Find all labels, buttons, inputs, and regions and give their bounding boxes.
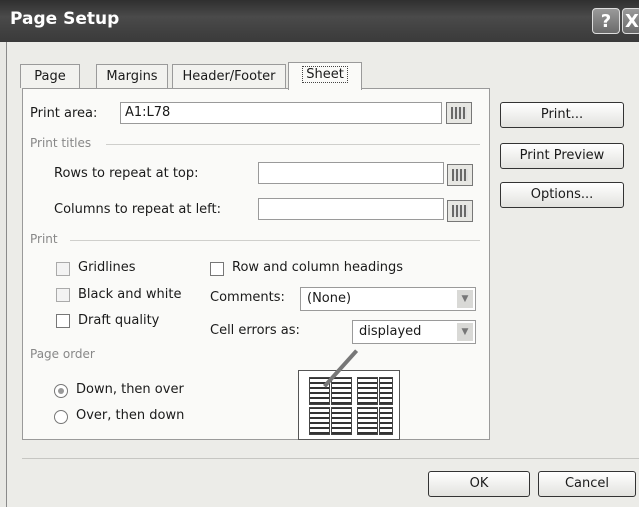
ok-button[interactable]: OK <box>428 471 530 497</box>
print-titles-divider <box>106 144 480 145</box>
page-order-section: Page order <box>30 347 95 361</box>
preview-page-7 <box>357 407 378 435</box>
cols-repeat-label: Columns to repeat at left: <box>54 202 222 217</box>
tab-margins[interactable]: Margins <box>96 64 168 88</box>
comments-value: (None) <box>307 291 352 306</box>
preview-page-4 <box>379 377 393 405</box>
tab-header-footer[interactable]: Header/Footer <box>172 64 286 88</box>
close-button[interactable]: X <box>622 8 639 34</box>
print-preview-button[interactable]: Print Preview <box>500 143 624 169</box>
draft-quality-checkbox[interactable] <box>56 314 70 328</box>
preview-page-5 <box>309 407 330 435</box>
print-area-input[interactable]: A1:L78 <box>120 102 442 124</box>
dialog-title: Page Setup <box>10 9 120 29</box>
print-area-range-button[interactable] <box>446 102 472 124</box>
row-col-headings-label: Row and column headings <box>232 260 404 275</box>
preview-page-3 <box>357 377 378 405</box>
draft-quality-label: Draft quality <box>78 313 160 328</box>
print-button[interactable]: Print... <box>500 102 624 128</box>
preview-page-6 <box>331 407 352 435</box>
print-section-header: Print <box>30 232 58 246</box>
print-area-label: Print area: <box>30 106 98 121</box>
gridlines-label: Gridlines <box>78 260 136 275</box>
down-then-over-label: Down, then over <box>76 382 184 397</box>
cell-errors-value: displayed <box>359 324 422 339</box>
gridlines-checkbox[interactable] <box>56 262 70 276</box>
black-white-label: Black and white <box>78 287 182 302</box>
rows-repeat-range-button[interactable] <box>447 164 473 186</box>
cancel-button[interactable]: Cancel <box>538 471 636 497</box>
options-button[interactable]: Options... <box>500 182 624 208</box>
rows-repeat-label: Rows to repeat at top: <box>54 166 199 181</box>
black-white-checkbox[interactable] <box>56 288 70 302</box>
rows-repeat-input[interactable] <box>258 162 444 184</box>
tab-sheet[interactable]: Sheet <box>288 62 362 90</box>
tab-sheet-label: Sheet <box>302 66 348 83</box>
title-bar: Page Setup ? X <box>0 0 639 42</box>
cell-errors-select[interactable]: displayed ▼ <box>352 320 476 344</box>
page-order-preview <box>298 349 400 440</box>
preview-page-2 <box>331 377 352 405</box>
chevron-down-icon: ▼ <box>457 290 473 308</box>
chevron-down-icon: ▼ <box>457 323 473 341</box>
print-section-divider <box>70 240 480 241</box>
preview-page-8 <box>379 407 393 435</box>
comments-label: Comments: <box>210 290 285 305</box>
cols-repeat-range-button[interactable] <box>447 200 473 222</box>
footer-divider <box>22 458 639 459</box>
cols-repeat-input[interactable] <box>258 198 444 220</box>
tab-page[interactable]: Page <box>20 64 80 88</box>
cell-errors-label: Cell errors as: <box>210 323 300 338</box>
comments-select[interactable]: (None) ▼ <box>300 287 476 311</box>
print-titles-section: Print titles <box>30 136 92 150</box>
down-then-over-radio[interactable] <box>54 384 68 398</box>
over-then-down-label: Over, then down <box>76 408 185 423</box>
over-then-down-radio[interactable] <box>54 410 68 424</box>
row-col-headings-checkbox[interactable] <box>210 262 224 276</box>
help-button[interactable]: ? <box>592 8 620 34</box>
